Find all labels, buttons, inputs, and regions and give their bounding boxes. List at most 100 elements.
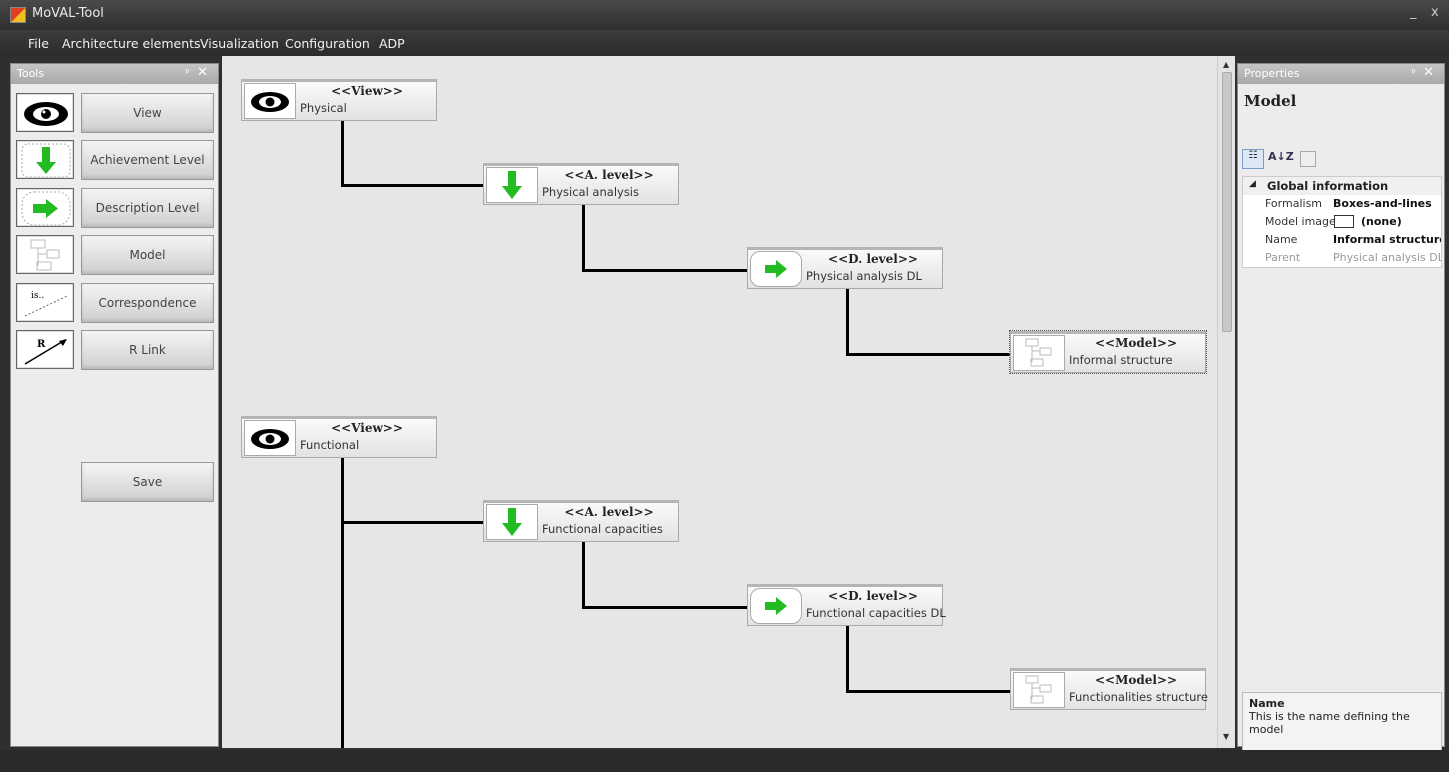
description-title: Name — [1249, 697, 1285, 710]
close-icon[interactable]: ✕ — [197, 65, 208, 80]
close-icon[interactable]: ✕ — [1423, 65, 1434, 80]
property-pages-icon[interactable] — [1300, 151, 1316, 167]
property-key: Model image — [1265, 215, 1336, 228]
arrow-down-icon — [486, 167, 538, 203]
property-value: Boxes-and-lines — [1333, 197, 1432, 210]
eye-icon[interactable] — [16, 93, 74, 132]
model-tool-button[interactable]: Model — [81, 235, 214, 275]
r-link-icon[interactable]: R — [16, 330, 74, 369]
connector-line — [582, 269, 748, 272]
title-bar: MoVAL-Tool _ x — [0, 0, 1449, 30]
arrow-down-icon — [486, 504, 538, 540]
tools-panel-title: Tools — [17, 67, 45, 80]
window-title: MoVAL-Tool — [32, 6, 104, 21]
model-icon — [1013, 335, 1065, 371]
r-link-tool-button[interactable]: R Link — [81, 330, 214, 370]
properties-panel-title: Properties — [1244, 67, 1300, 80]
pin-icon[interactable]: ᵖ — [185, 66, 190, 79]
view-node-physical[interactable]: <<View>> Physical — [241, 79, 437, 121]
collapse-icon[interactable]: ◢ — [1249, 179, 1256, 189]
eye-icon — [244, 420, 296, 456]
model-icon[interactable] — [16, 235, 74, 274]
view-tool-button[interactable]: View — [81, 93, 214, 133]
image-swatch — [1334, 215, 1354, 228]
correspondence-icon[interactable]: is.. — [16, 283, 74, 322]
node-name: Physical — [300, 101, 347, 115]
achievement-level-tool-button[interactable]: Achievement Level — [81, 140, 214, 180]
connector-line — [582, 205, 585, 272]
node-stereotype: <<Model>> — [1094, 673, 1178, 687]
arrow-right-icon — [750, 251, 802, 287]
a-level-node-physical-analysis[interactable]: <<A. level>> Physical analysis — [483, 163, 679, 205]
description-text: This is the name defining the model — [1249, 710, 1410, 736]
properties-panel-header: Properties ᵖ ✕ — [1238, 64, 1444, 84]
categorized-icon[interactable]: ☷ — [1242, 149, 1264, 169]
category-label: Global information — [1267, 179, 1389, 193]
property-row[interactable]: Parent Physical analysis DL — [1243, 249, 1441, 267]
d-level-node-functional-capacities-dl[interactable]: <<D. level>> Functional capacities DL — [747, 584, 946, 626]
menu-configuration[interactable]: Configuration — [285, 36, 370, 51]
scroll-up-icon[interactable]: ▲ — [1223, 60, 1229, 69]
app-icon — [10, 7, 26, 23]
selected-object-title: Model — [1244, 92, 1297, 110]
d-level-node-physical-analysis-dl[interactable]: <<D. level>> Physical analysis DL — [747, 247, 943, 289]
connector-line — [582, 606, 748, 609]
node-name: Informal structure — [1069, 353, 1173, 367]
arrow-right-icon[interactable] — [16, 188, 74, 227]
minimize-button[interactable]: _ — [1410, 5, 1417, 20]
property-key: Name — [1265, 233, 1298, 246]
scrollbar-thumb[interactable] — [1222, 72, 1232, 332]
r-link-glyph: R — [37, 339, 46, 350]
eye-icon — [244, 83, 296, 119]
menu-file[interactable]: File — [28, 36, 49, 51]
node-stereotype: <<D. level>> — [828, 589, 918, 603]
scroll-down-icon[interactable]: ▼ — [1223, 732, 1229, 741]
alphabetical-sort-icon[interactable]: A↓Z — [1268, 150, 1294, 163]
connector-line — [341, 458, 344, 748]
correspondence-glyph: is.. — [31, 291, 44, 301]
category-row[interactable]: ◢ Global information — [1243, 177, 1441, 195]
property-row[interactable]: Name Informal structure — [1243, 231, 1441, 249]
menu-bar: File Architecture elements Visualization… — [0, 30, 1449, 56]
node-stereotype: <<View>> — [331, 421, 403, 435]
property-row[interactable]: Model image (none) — [1243, 213, 1441, 231]
connector-line — [341, 121, 344, 187]
a-level-node-functional-capacities[interactable]: <<A. level>> Functional capacities — [483, 500, 679, 542]
node-stereotype: <<View>> — [331, 84, 403, 98]
node-name: Functional capacities — [542, 522, 663, 536]
canvas-scrollbar[interactable]: ▲ ▼ — [1217, 56, 1235, 748]
connector-line — [846, 690, 1012, 693]
property-key: Parent — [1265, 251, 1301, 264]
node-name: Physical analysis DL — [806, 269, 922, 283]
close-window-button[interactable]: x — [1431, 5, 1439, 20]
property-grid: ◢ Global information Formalism Boxes-and… — [1242, 176, 1442, 268]
arrow-down-icon[interactable] — [16, 140, 74, 179]
menu-visualization[interactable]: Visualization — [200, 36, 279, 51]
model-node-functionalities-structure[interactable]: <<Model>> Functionalities structure — [1010, 668, 1208, 710]
connector-line — [341, 184, 484, 187]
connector-line — [846, 289, 849, 356]
node-name: Functional capacities DL — [806, 606, 946, 620]
node-name: Functional — [300, 438, 360, 452]
property-row[interactable]: Formalism Boxes-and-lines — [1243, 195, 1441, 213]
tools-panel-header: Tools ᵖ ✕ — [11, 64, 218, 84]
model-node-informal-structure[interactable]: <<Model>> Informal structure — [1009, 330, 1207, 374]
property-key: Formalism — [1265, 197, 1323, 210]
view-node-functional[interactable]: <<View>> Functional — [241, 416, 437, 458]
diagram-canvas[interactable]: <<View>> Physical <<A. level>> Physical … — [222, 56, 1217, 748]
property-value: Physical analysis DL — [1333, 251, 1441, 264]
properties-toolbar: ☷ A↓Z — [1242, 148, 1437, 172]
node-stereotype: <<Model>> — [1094, 336, 1178, 350]
model-icon — [1013, 672, 1065, 708]
connector-line — [341, 521, 484, 524]
save-button[interactable]: Save — [81, 462, 214, 502]
pin-icon[interactable]: ᵖ — [1411, 66, 1416, 79]
menu-adp[interactable]: ADP — [379, 36, 405, 51]
node-stereotype: <<D. level>> — [828, 252, 918, 266]
description-level-tool-button[interactable]: Description Level — [81, 188, 214, 228]
menu-architecture-elements[interactable]: Architecture elements — [62, 36, 201, 51]
tools-panel: Tools ᵖ ✕ View Achievement Level Descrip… — [10, 63, 219, 747]
property-value: Informal structure — [1333, 233, 1441, 246]
connector-line — [582, 542, 585, 609]
correspondence-tool-button[interactable]: Correspondence — [81, 283, 214, 323]
